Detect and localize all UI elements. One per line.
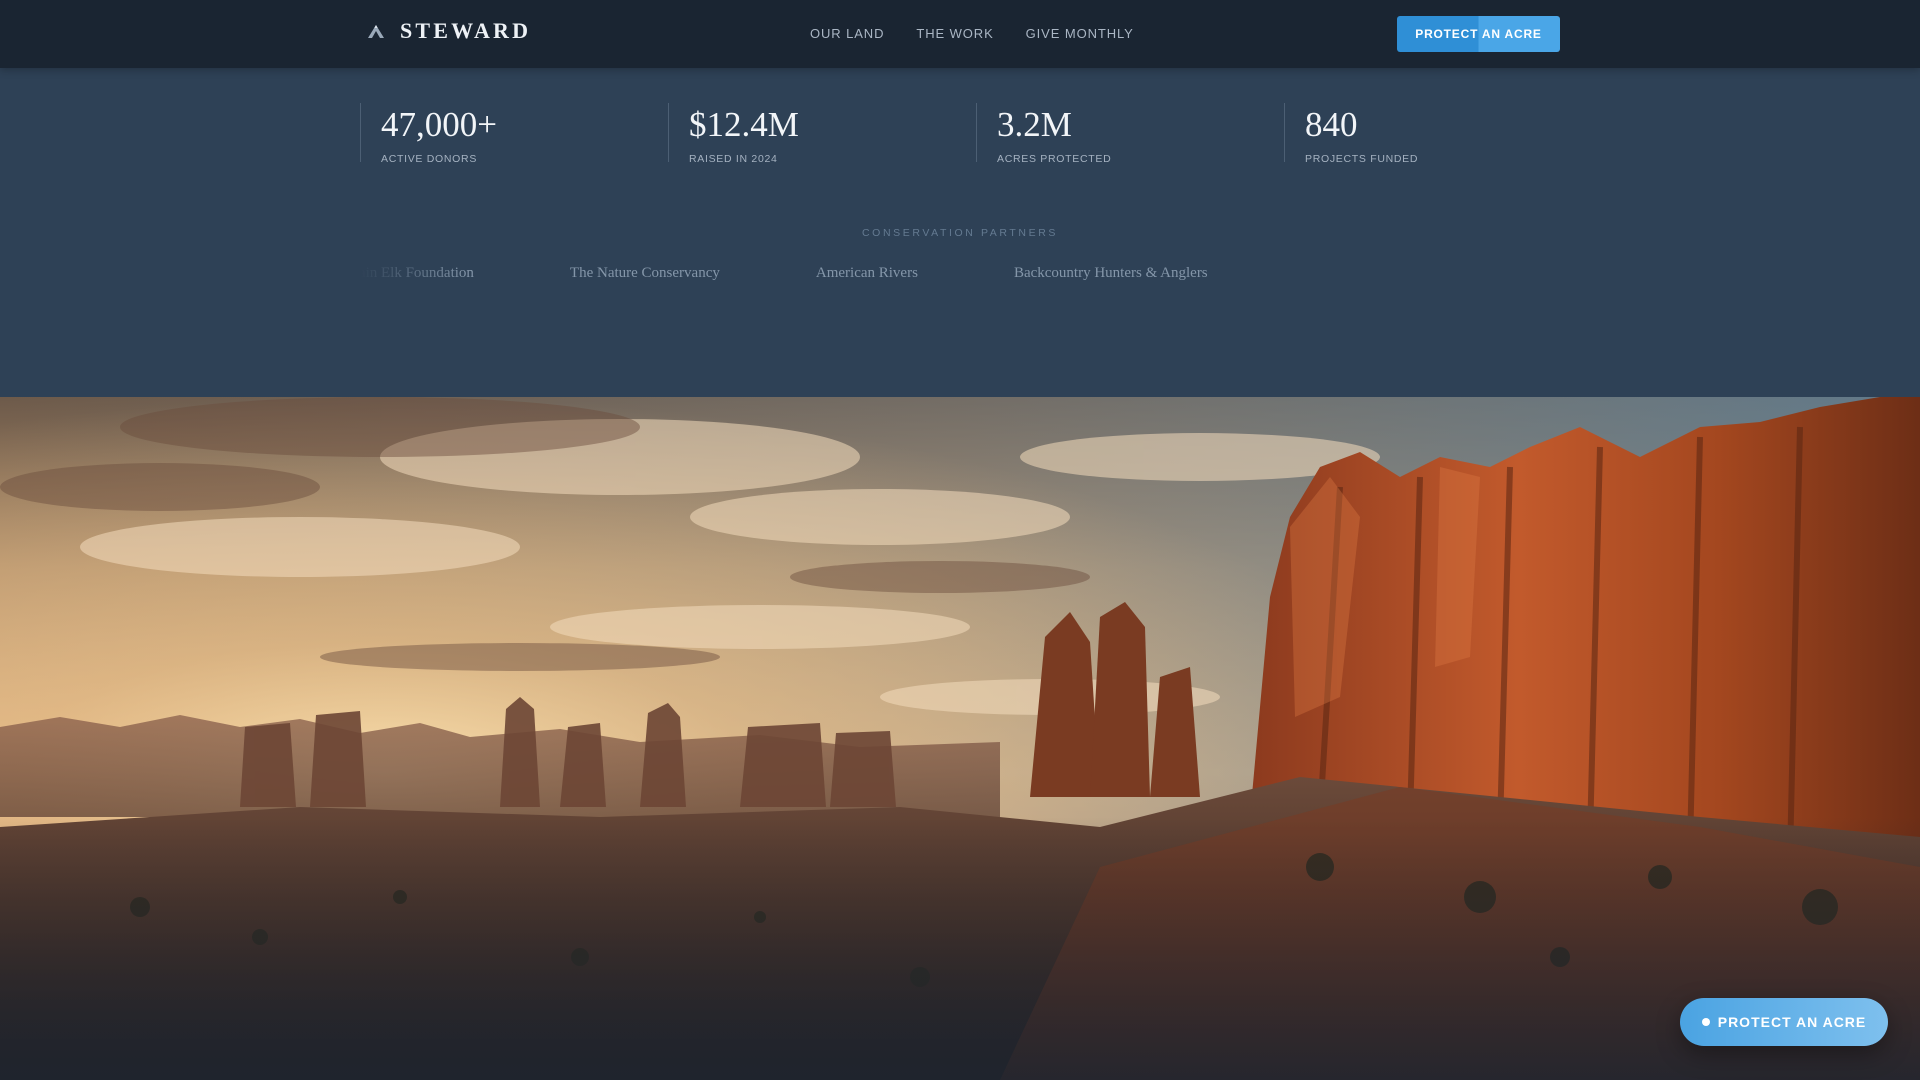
impact-stats: 47,000+ ACTIVE DONORS $12.4M RAISED IN 2… [360,103,1592,165]
hero-landscape-image [0,397,1920,1080]
stat-projects-funded: 840 PROJECTS FUNDED [1284,103,1592,165]
partner-rocky-mountain-elk-foundation: Rocky Mountain Elk Foundation [360,265,474,281]
partners-marquee: Rocky Mountain Elk Foundation The Nature… [360,265,1560,289]
stat-raised: $12.4M RAISED IN 2024 [668,103,976,165]
stat-label: PROJECTS FUNDED [1305,153,1419,165]
brand-logo[interactable]: STEWARD [366,18,531,44]
nav-link-the-work[interactable]: THE WORK [916,26,993,41]
nav-links: OUR LAND THE WORK GIVE MONTHLY [810,26,1134,41]
stat-acres-protected: 3.2M ACRES PROTECTED [976,103,1284,165]
floating-protect-an-acre-button[interactable]: PROTECT AN ACRE [1680,998,1888,1046]
partner-the-nature-conservancy: The Nature Conservancy [569,265,720,281]
stat-value: 47,000+ [381,105,497,144]
stat-label: RAISED IN 2024 [689,153,778,165]
partner-backcountry-hunters-anglers: Backcountry Hunters & Anglers [1013,265,1208,281]
top-nav: STEWARD OUR LAND THE WORK GIVE MONTHLY P… [0,0,1920,68]
partners-track: Rocky Mountain Elk Foundation The Nature… [360,265,1208,282]
stat-label: ACTIVE DONORS [381,153,478,165]
stat-value: 3.2M [997,105,1072,144]
mountain-icon [368,25,384,38]
protect-an-acre-button[interactable]: PROTECT AN ACRE [1397,16,1560,52]
stat-label: ACRES PROTECTED [997,153,1112,165]
stat-value: $12.4M [689,105,799,144]
stat-active-donors: 47,000+ ACTIVE DONORS [360,103,668,165]
nav-link-give-monthly[interactable]: GIVE MONTHLY [1026,26,1134,41]
partners-heading: CONSERVATION PARTNERS [862,227,1058,239]
nav-link-our-land[interactable]: OUR LAND [810,26,884,41]
desert-canyon-illustration [0,397,1920,1080]
partner-american-rivers: American Rivers [815,265,918,281]
brand-name: STEWARD [400,18,532,43]
dot-icon [1701,1018,1710,1026]
stat-value: 840 [1305,105,1358,144]
floating-cta-label: PROTECT AN ACRE [1717,1014,1867,1030]
